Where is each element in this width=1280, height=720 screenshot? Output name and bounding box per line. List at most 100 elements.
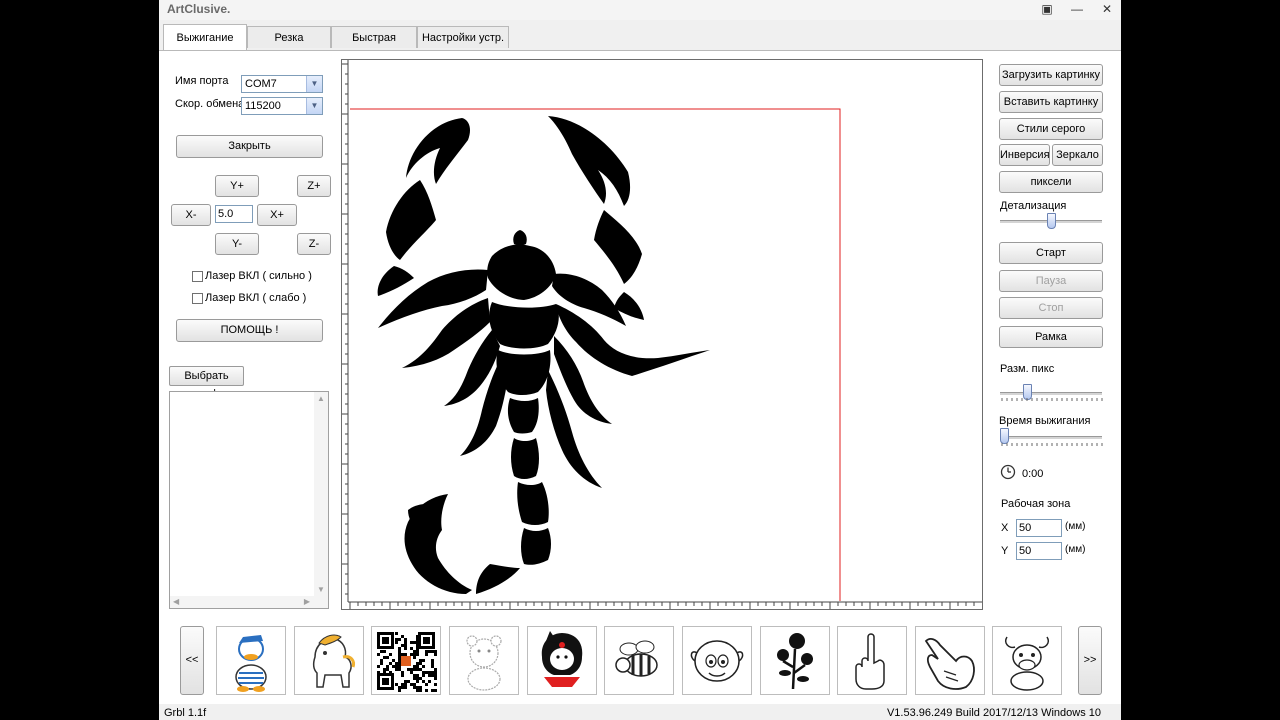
burn-time-ticks	[1001, 443, 1103, 446]
start-button[interactable]: Старт	[999, 242, 1103, 264]
minimize-button[interactable]: —	[1067, 2, 1087, 16]
baud-select[interactable]: 115200 ▼	[241, 97, 323, 115]
rose-icon	[777, 633, 813, 690]
horse-icon	[312, 634, 355, 688]
version-status: V1.53.96.249 Build 2017/12/13 Windows 10	[886, 707, 1101, 719]
tab-strip: Выжигание Резка Быстрая разметка Настрой…	[159, 24, 1121, 50]
jog-step-input[interactable]: 5.0	[215, 205, 253, 223]
gallery-next-button[interactable]: >>	[1078, 626, 1102, 695]
tab-device-settings[interactable]: Настройки устр.	[417, 26, 509, 48]
tab-burning[interactable]: Выжигание	[163, 24, 247, 50]
gallery-thumb-girl[interactable]	[527, 626, 597, 695]
work-area-x-label: X	[1001, 522, 1009, 534]
burn-time-slider-track[interactable]	[1000, 436, 1102, 440]
jog-y-plus-button[interactable]: Y+	[215, 175, 259, 197]
port-select[interactable]: COM7 ▼	[241, 75, 323, 93]
paste-image-button[interactable]: Вставить картинку	[999, 91, 1103, 113]
mirror-button[interactable]: Зеркало	[1052, 144, 1103, 166]
text-input-area[interactable]: ▲ ▼ ◀ ▶	[169, 391, 329, 609]
load-image-button[interactable]: Загрузить картинку	[999, 64, 1103, 86]
hand-gesture-icon	[855, 633, 885, 690]
frame-button[interactable]: Рамка	[999, 326, 1103, 348]
laser-weak-checkbox[interactable]	[192, 293, 203, 304]
burn-timer: 0:00	[1022, 468, 1044, 480]
gallery-thumb-horse[interactable]	[294, 626, 364, 695]
jog-z-plus-button[interactable]: Z+	[297, 175, 331, 197]
work-area-y-value: 50	[1019, 545, 1032, 557]
laser-weak-label: Лазер ВКЛ ( слабо )	[205, 292, 307, 304]
canvas-drawing	[342, 60, 982, 609]
gallery-thumb-bee[interactable]	[604, 626, 674, 695]
work-area-y-unit: (мм)	[1065, 544, 1086, 555]
work-canvas[interactable]	[341, 59, 983, 610]
scroll-right-icon[interactable]: ▶	[304, 597, 310, 606]
close-button[interactable]: ✕	[1097, 2, 1117, 16]
status-bar: Grbl 1.1f V1.53.96.249 Build 2017/12/13 …	[159, 704, 1121, 720]
chevron-down-icon[interactable]: ▼	[306, 98, 322, 114]
gallery-thumb-duck[interactable]	[216, 626, 286, 695]
work-area-x-input[interactable]: 50	[1016, 519, 1062, 537]
gallery-thumb-sheep[interactable]	[682, 626, 752, 695]
detail-label: Детализация	[1000, 200, 1067, 212]
port-value: COM7	[245, 78, 277, 90]
scorpion-image	[377, 116, 710, 594]
work-area-label: Рабочая зона	[1001, 498, 1071, 510]
title-bar: ArtClusive. ▣ — ✕	[159, 0, 1121, 20]
work-area-y-label: Y	[1001, 545, 1009, 557]
gallery-thumb-rose[interactable]	[760, 626, 830, 695]
app-title: ArtClusive.	[167, 2, 231, 16]
help-button[interactable]: ПОМОЩЬ !	[176, 319, 323, 342]
gallery-thumb-bear[interactable]	[449, 626, 519, 695]
burn-time-slider-thumb[interactable]	[1000, 428, 1009, 444]
gallery-thumb-pointing[interactable]	[915, 626, 985, 695]
gray-styles-button[interactable]: Стили серого	[999, 118, 1103, 140]
scroll-down-icon[interactable]: ▼	[317, 585, 325, 594]
scroll-up-icon[interactable]: ▲	[317, 394, 325, 403]
baud-label: Скор. обмена	[175, 98, 245, 110]
tab-quick-marking[interactable]: Быстрая разметка	[331, 26, 417, 48]
work-area-x-unit: (мм)	[1065, 521, 1086, 532]
work-area-x-value: 50	[1019, 522, 1032, 534]
cow-icon	[1004, 636, 1050, 691]
work-area-y-input[interactable]: 50	[1016, 542, 1062, 560]
qr-code-icon	[376, 631, 437, 692]
baud-value: 115200	[245, 100, 281, 112]
girl-icon	[541, 631, 583, 687]
jog-x-minus-button[interactable]: X-	[171, 204, 211, 226]
pixel-size-ticks	[1001, 398, 1103, 401]
jog-z-minus-button[interactable]: Z-	[297, 233, 331, 255]
laser-strong-label: Лазер ВКЛ ( сильно )	[205, 270, 312, 282]
laser-strong-checkbox[interactable]	[192, 271, 203, 282]
pointing-hand-icon	[924, 638, 975, 690]
detail-slider-thumb[interactable]	[1046, 213, 1056, 229]
gallery-thumb-qr[interactable]	[371, 626, 441, 695]
port-label: Имя порта	[175, 75, 229, 87]
chevron-down-icon[interactable]: ▼	[306, 76, 322, 92]
bee-icon	[615, 640, 658, 677]
duck-icon	[235, 635, 267, 692]
gallery-thumb-hand[interactable]	[837, 626, 907, 695]
h-scrollbar[interactable]: ◀ ▶	[170, 596, 328, 608]
pixels-button[interactable]: пиксели	[999, 171, 1103, 193]
clock-icon	[1000, 464, 1016, 480]
restore-button[interactable]: ▣	[1037, 2, 1057, 16]
choose-font-button[interactable]: Выбрать шрифт	[169, 366, 244, 400]
pixel-size-slider-track[interactable]	[1000, 392, 1102, 396]
inversion-button[interactable]: Инверсия	[999, 144, 1050, 166]
jog-x-plus-button[interactable]: X+	[257, 204, 297, 226]
tab-cutting[interactable]: Резка	[247, 26, 331, 48]
close-port-button[interactable]: Закрыть	[176, 135, 323, 158]
sheep-icon	[690, 640, 744, 682]
gallery-prev-button[interactable]: <<	[180, 626, 204, 695]
firmware-status: Grbl 1.1f	[164, 707, 207, 719]
pause-button[interactable]: Пауза	[999, 270, 1103, 292]
stop-button[interactable]: Стоп	[999, 297, 1103, 319]
app-window: ArtClusive. ▣ — ✕ Выжигание Резка Быстра…	[159, 0, 1121, 720]
pixel-size-label: Разм. пикс	[1000, 363, 1055, 375]
scroll-left-icon[interactable]: ◀	[173, 597, 179, 606]
jog-y-minus-button[interactable]: Y-	[215, 233, 259, 255]
gallery-thumb-cow[interactable]	[992, 626, 1062, 695]
bear-icon	[466, 635, 502, 691]
jog-step-value: 5.0	[218, 208, 234, 220]
scrollbar[interactable]: ▲ ▼	[314, 392, 328, 608]
